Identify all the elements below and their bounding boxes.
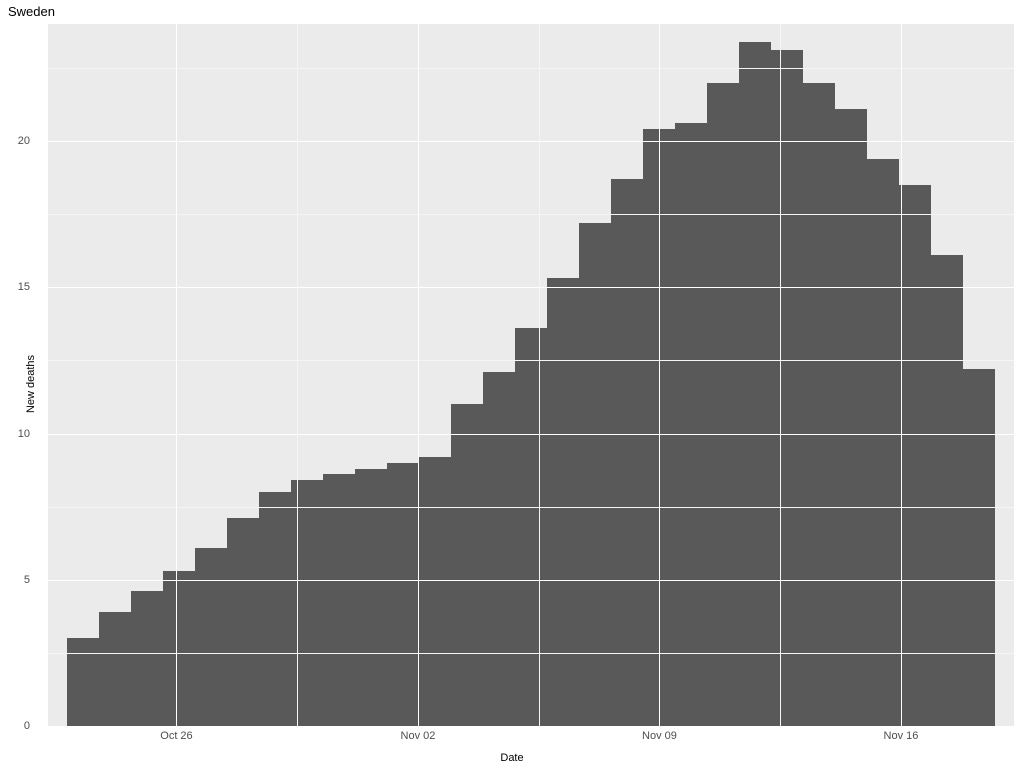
bar	[707, 83, 739, 727]
bar	[419, 457, 451, 726]
x-axis-label: Date	[0, 752, 1024, 764]
bar	[323, 474, 355, 726]
chart-container: Sweden New deaths Date 0 5 10 15 20 Oct 26 No…	[0, 0, 1024, 768]
bar	[259, 492, 291, 726]
bar	[931, 255, 963, 726]
bar	[291, 480, 323, 726]
gridline-v	[176, 24, 177, 726]
bar	[579, 223, 611, 726]
bar	[99, 612, 131, 726]
bar	[963, 369, 995, 726]
bar	[451, 404, 483, 726]
gridline-h-minor	[48, 214, 1014, 215]
y-axis-label: New deaths	[25, 355, 37, 413]
gridline-v-minor	[297, 24, 298, 726]
gridline-h-minor	[48, 653, 1014, 654]
bar	[67, 638, 99, 726]
gridline-h	[48, 580, 1014, 581]
bar	[899, 185, 931, 726]
gridline-v-minor	[539, 24, 540, 726]
gridline-h	[48, 141, 1014, 142]
bar	[739, 42, 771, 726]
gridline-v	[901, 24, 902, 726]
y-tick-label: 5	[0, 574, 30, 586]
y-tick-label: 10	[0, 428, 30, 440]
chart-title: Sweden	[8, 4, 55, 19]
x-tick-label: Nov 02	[401, 730, 436, 742]
bar	[835, 109, 867, 726]
bar	[227, 518, 259, 726]
gridline-h	[48, 287, 1014, 288]
bar	[803, 83, 835, 727]
gridline-v	[418, 24, 419, 726]
gridline-h-minor	[48, 360, 1014, 361]
plot-panel	[48, 24, 1014, 726]
bar	[163, 571, 195, 726]
y-tick-label: 15	[0, 281, 30, 293]
gridline-h	[48, 726, 1014, 727]
bar	[867, 159, 899, 726]
x-tick-label: Nov 09	[642, 730, 677, 742]
bar	[387, 463, 419, 726]
plot-area	[48, 24, 1014, 726]
bars-layer	[48, 24, 1014, 726]
bar	[195, 548, 227, 726]
bar	[547, 278, 579, 726]
y-tick-label: 20	[0, 135, 30, 147]
gridline-v-minor	[780, 24, 781, 726]
bar	[131, 591, 163, 726]
bar	[611, 179, 643, 726]
x-tick-label: Oct 26	[160, 730, 192, 742]
bar	[515, 328, 547, 726]
gridline-v	[659, 24, 660, 726]
x-tick-label: Nov 16	[884, 730, 919, 742]
gridline-h-minor	[48, 68, 1014, 69]
bar	[483, 372, 515, 726]
bar	[771, 50, 803, 726]
gridline-h-minor	[48, 507, 1014, 508]
gridline-h	[48, 434, 1014, 435]
y-tick-label: 0	[0, 720, 30, 732]
